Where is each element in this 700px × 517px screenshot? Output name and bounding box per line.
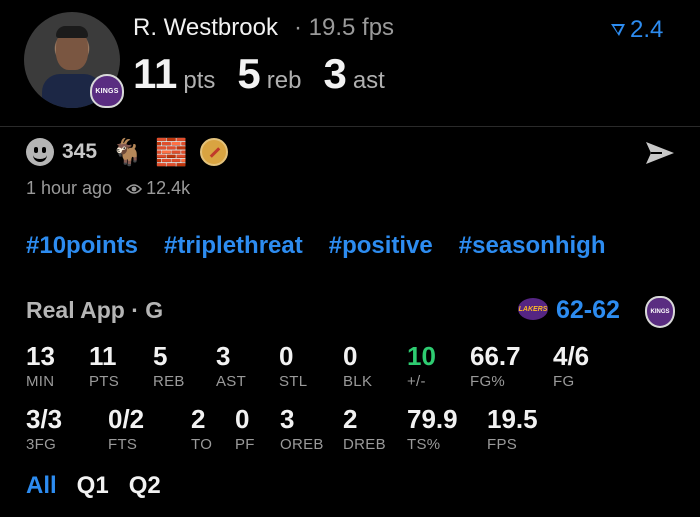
real-logo-icon <box>611 24 625 36</box>
stat-label: DREB <box>343 436 386 453</box>
goat-icon[interactable]: 🐐 <box>111 137 143 167</box>
stat-value: 3 <box>216 341 231 371</box>
stat-oreb: 3 OREB <box>280 405 324 453</box>
pts-unit: pts <box>183 67 216 94</box>
eye-icon <box>126 183 143 194</box>
post-meta: 1 hour ago 12.4k <box>26 178 190 199</box>
stat-value: 4/6 <box>553 341 590 371</box>
stat-dreb: 2 DREB <box>343 405 386 453</box>
game-score[interactable]: 62-62 <box>556 296 620 325</box>
stat-plus-minus: 10 +/- <box>407 342 436 390</box>
stat-pts: 11 PTS <box>89 342 119 390</box>
stat-value: 19.5 <box>487 404 538 434</box>
view-count: 12.4k <box>146 178 191 198</box>
stat-value: 0/2 <box>108 404 145 434</box>
home-team-badge: KINGS <box>650 309 670 315</box>
stat-label: FG% <box>470 373 506 390</box>
stat-value: 66.7 <box>470 341 521 371</box>
tab-q2[interactable]: Q2 <box>129 472 161 500</box>
stat-pf: 0 PF <box>235 405 255 453</box>
stat-blk: 0 BLK <box>343 342 372 390</box>
avatar-hair <box>56 26 88 38</box>
stat-min: 13 MIN <box>26 342 55 390</box>
stat-stl: 0 STL <box>279 342 307 390</box>
headline-stats: 11 pts 5 reb 3 ast <box>133 50 407 98</box>
stat-value: 0 <box>343 341 358 371</box>
stat-value: 13 <box>26 341 55 371</box>
post-time: 1 hour ago <box>26 178 113 198</box>
reactions-bar: 345 🐐 🧱 <box>26 137 228 167</box>
team-badge-icon: KINGS <box>90 74 124 108</box>
stat-label: STL <box>279 373 308 390</box>
stat-to: 2 TO <box>191 405 212 453</box>
stat-label: PF <box>235 436 255 453</box>
share-button[interactable] <box>644 140 676 171</box>
header-divider <box>0 126 700 127</box>
hashtag[interactable]: #triplethreat <box>164 232 303 260</box>
ast-value: 3 <box>323 50 347 97</box>
rating-badge[interactable]: 2.4 <box>610 16 663 44</box>
stat-label: REB <box>153 373 185 390</box>
stat-reb: 5 REB <box>153 342 185 390</box>
away-team-badge: LAKERS <box>518 305 548 313</box>
brick-icon[interactable]: 🧱 <box>155 137 187 167</box>
stat-label: TO <box>191 436 213 453</box>
rating-value: 2.4 <box>630 16 664 43</box>
reb-value: 5 <box>237 50 261 97</box>
tab-q1[interactable]: Q1 <box>77 472 109 500</box>
stat-label: FPS <box>487 436 518 453</box>
reb-unit: reb <box>266 67 302 94</box>
stat-label: BLK <box>343 373 373 390</box>
stat-label: MIN <box>26 373 55 390</box>
pts-value: 11 <box>133 50 178 97</box>
stat-value: 2 <box>343 404 358 434</box>
hashtag-list: #10points #triplethreat #positive #seaso… <box>26 232 632 260</box>
stat-fps: 19.5 FPS <box>487 405 538 453</box>
compass-icon[interactable] <box>199 138 228 166</box>
stat-label: TS% <box>407 436 441 453</box>
stat-label: 3FG <box>26 436 57 453</box>
stat-value: 10 <box>407 341 436 371</box>
smiley-icon[interactable] <box>26 138 54 166</box>
stat-fg-pct: 66.7 FG% <box>470 342 521 390</box>
stat-fts: 0/2 FTS <box>108 405 144 453</box>
stat-label: FTS <box>108 436 138 453</box>
period-tabs: All Q1 Q2 <box>26 472 181 500</box>
stat-value: 0 <box>235 404 250 434</box>
player-fps: · 19.5 fps <box>294 14 395 41</box>
stat-label: PTS <box>89 373 120 390</box>
hashtag[interactable]: #seasonhigh <box>459 232 606 260</box>
stat-value: 0 <box>279 341 294 371</box>
stat-label: OREB <box>280 436 324 453</box>
stat-3fg: 3/3 3FG <box>26 405 62 453</box>
stat-value: 79.9 <box>407 404 458 434</box>
send-icon <box>646 142 674 164</box>
lakers-logo-icon: LAKERS <box>518 298 548 320</box>
game-source: Real App · G <box>26 297 164 323</box>
kings-logo-icon: KINGS <box>645 296 675 328</box>
stat-ts-pct: 79.9 TS% <box>407 405 458 453</box>
stat-fg: 4/6 FG <box>553 342 589 390</box>
hashtag[interactable]: #10points <box>26 232 138 260</box>
stat-ast: 3 AST <box>216 342 246 390</box>
player-name[interactable]: R. Westbrook <box>133 14 278 42</box>
stat-value: 11 <box>89 341 117 371</box>
stat-label: FG <box>553 373 575 390</box>
reaction-count: 345 <box>62 140 98 163</box>
team-badge-text: KINGS <box>95 87 119 95</box>
ast-unit: ast <box>352 67 385 94</box>
stat-label: AST <box>216 373 247 390</box>
hashtag[interactable]: #positive <box>329 232 433 260</box>
stat-label: +/- <box>407 373 426 390</box>
stat-value: 2 <box>191 404 206 434</box>
tab-all[interactable]: All <box>26 472 57 500</box>
stat-value: 3 <box>280 404 295 434</box>
stat-value: 5 <box>153 341 168 371</box>
stat-value: 3/3 <box>26 404 63 434</box>
